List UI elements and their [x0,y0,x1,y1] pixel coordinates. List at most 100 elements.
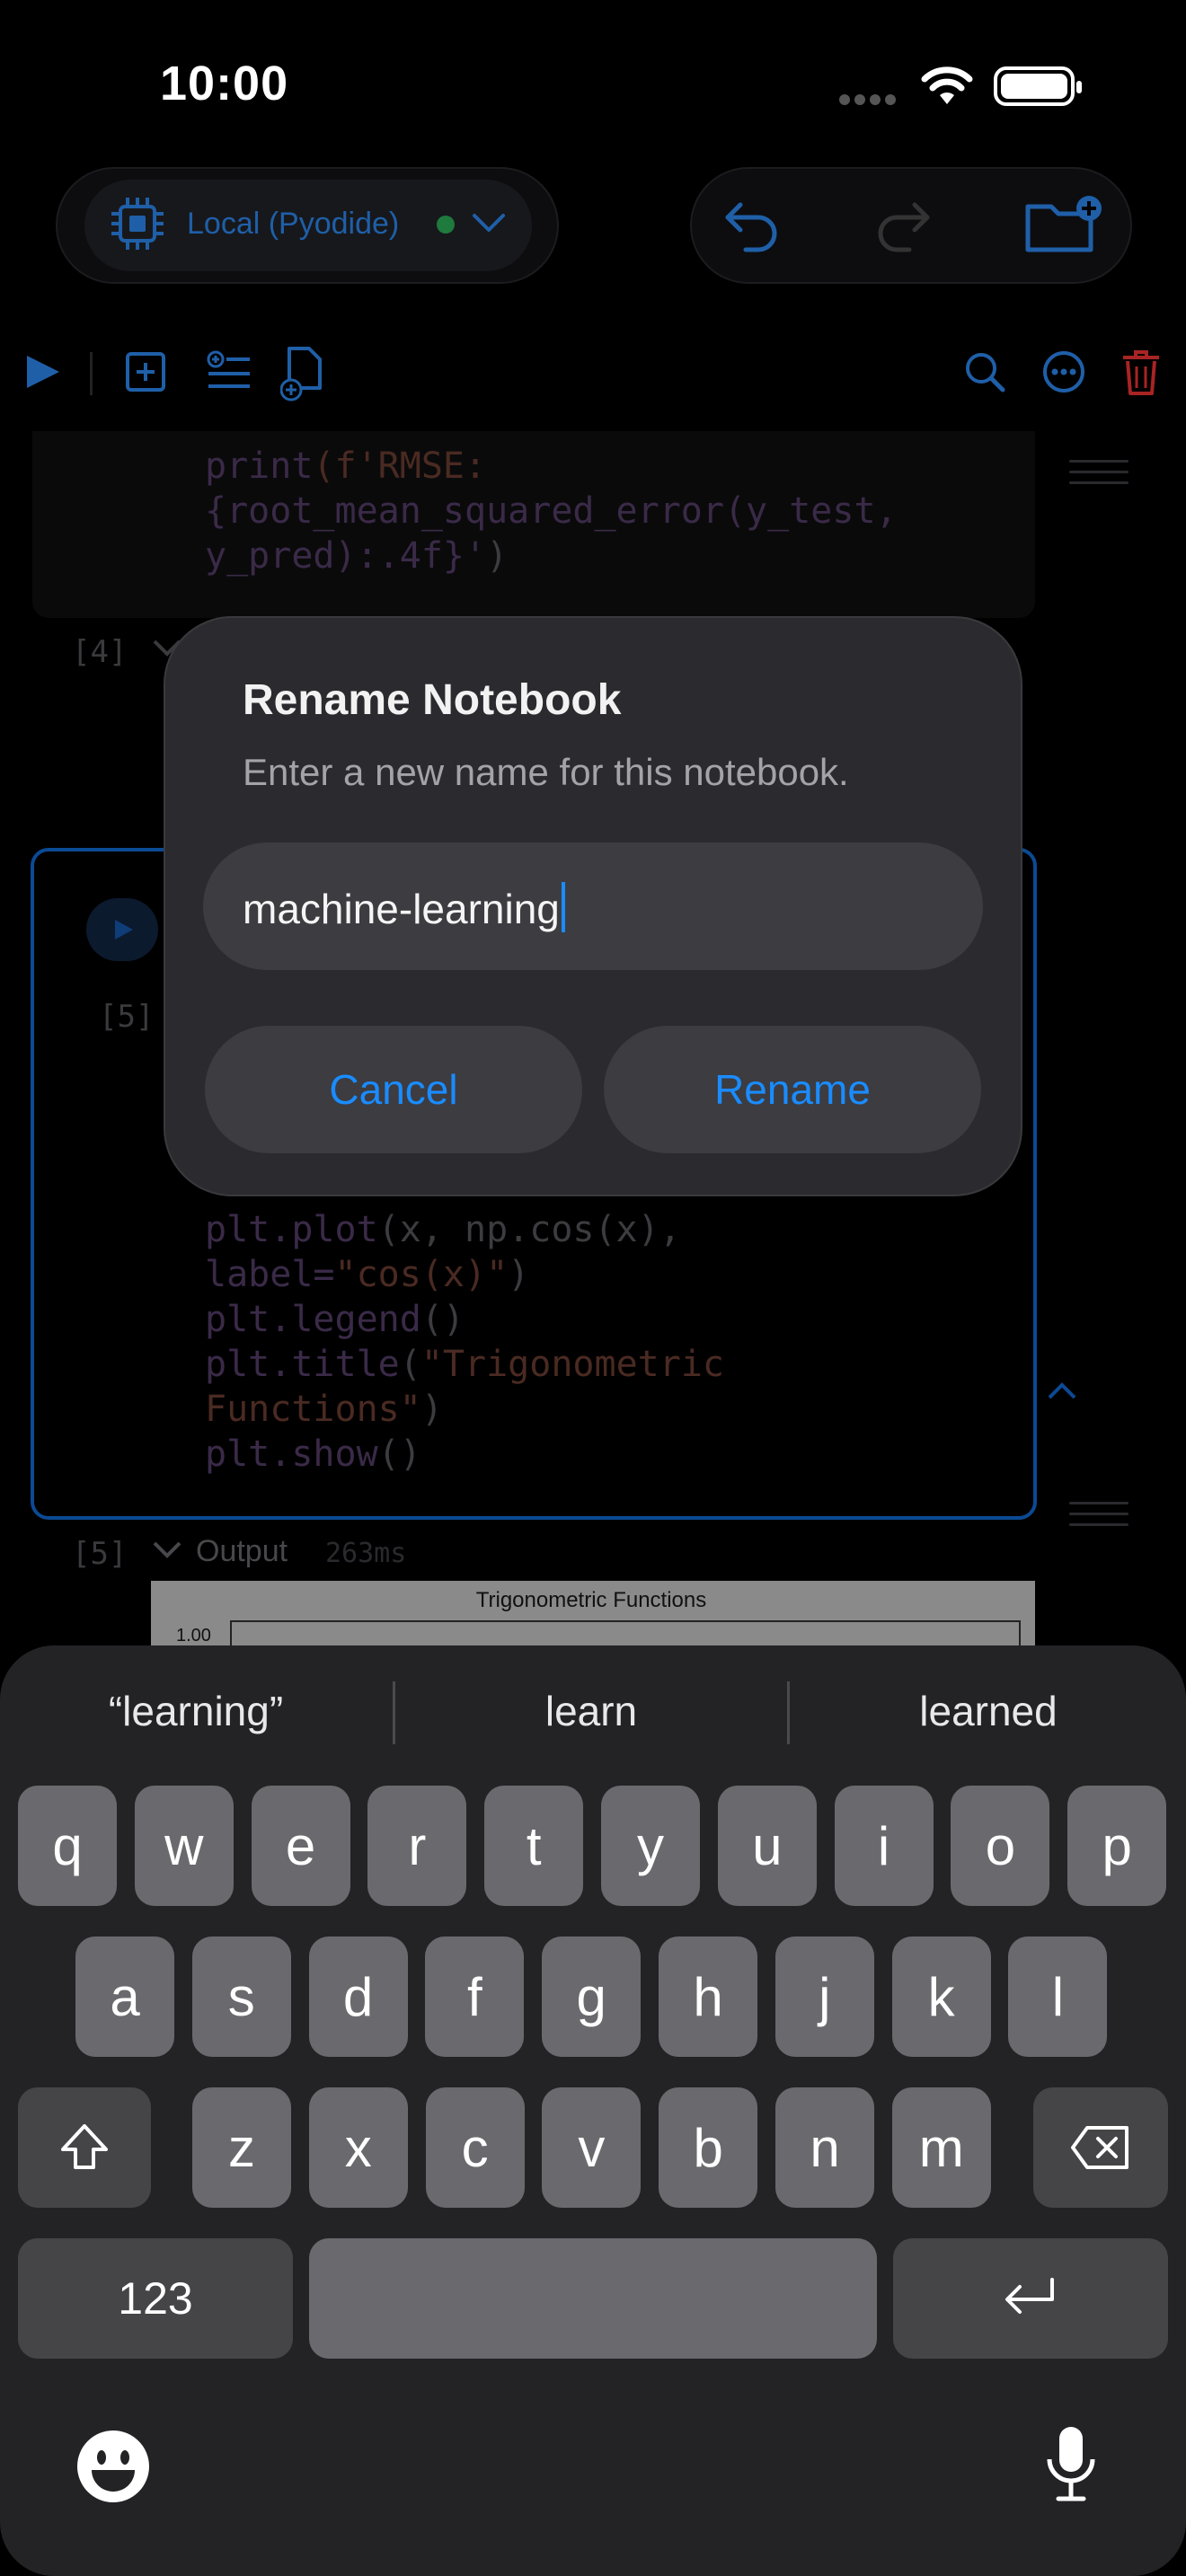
key-k[interactable]: k [891,1936,991,2057]
key-x[interactable]: x [308,2087,408,2208]
redo-icon[interactable] [872,194,934,261]
numbers-key[interactable]: 123 [18,2238,293,2359]
suggestion-item[interactable]: learned [800,1687,1177,1735]
add-cell-icon[interactable] [124,345,169,403]
more-options-icon[interactable] [1040,345,1089,403]
code-line: y_pred):.4f}') [205,534,898,578]
code-line: Functions") [205,1387,724,1432]
suggestion-item[interactable]: “learning” [7,1687,385,1735]
execution-count: [4] [72,634,128,670]
code-token: ) [508,1254,530,1295]
suggestion-item[interactable]: learn [403,1687,780,1735]
code-token: plt.legend [205,1299,421,1340]
code-line: plt.legend() [205,1297,724,1342]
toolbar-divider [90,352,93,395]
code-line: print(f'RMSE: [205,444,898,489]
key-u[interactable]: u [717,1786,817,1906]
key-q[interactable]: q [18,1786,117,1906]
key-v[interactable]: v [542,2087,642,2208]
drag-handle-icon[interactable] [1069,460,1128,487]
key-d[interactable]: d [308,1936,408,2057]
key-j[interactable]: j [774,1936,874,2057]
code-token: ) [486,535,509,577]
kernel-status-dot [437,216,455,234]
key-o[interactable]: o [951,1786,1050,1906]
code-token: label= [205,1254,335,1295]
key-a[interactable]: a [75,1936,174,2057]
cpu-chip-icon [110,196,165,251]
code-line: plt.show() [205,1432,724,1477]
key-i[interactable]: i [834,1786,934,1906]
key-b[interactable]: b [659,2087,758,2208]
new-folder-icon[interactable] [1024,194,1105,261]
key-g[interactable]: g [542,1936,642,2057]
code-cell-source: print(f'RMSE: {root_mean_squared_error(y_… [205,444,898,578]
output-time: 263ms [325,1538,407,1569]
code-cell-source: plt.plot(x, np.cos(x), label="cos(x)") plt… [205,1207,724,1477]
run-cell-button[interactable] [86,898,158,961]
delete-trash-icon[interactable] [1121,345,1161,403]
key-l[interactable]: l [1008,1936,1108,2057]
notebook-name-input-value: machine-learning [243,882,565,933]
key-s[interactable]: s [191,1936,291,2057]
execution-count: [5] [99,999,155,1035]
rename-button[interactable]: Rename [604,1026,981,1153]
search-icon[interactable] [961,345,1006,403]
code-token: print [205,446,314,487]
cellular-signal-icon [839,93,902,105]
suggestion-divider [393,1681,395,1744]
key-m[interactable]: m [891,2087,991,2208]
key-z[interactable]: z [192,2087,291,2208]
new-file-icon[interactable] [279,345,325,407]
code-token: (f'RMSE: [313,446,487,487]
dialog-title: Rename Notebook [243,676,622,724]
key-t[interactable]: t [484,1786,584,1906]
key-w[interactable]: w [134,1786,234,1906]
code-line: {root_mean_squared_error(y_test, [205,489,898,534]
return-key[interactable] [893,2238,1168,2359]
key-p[interactable]: p [1067,1786,1167,1906]
emoji-icon[interactable] [75,2429,151,2509]
dialog-subtitle: Enter a new name for this notebook. [243,751,849,793]
shift-key[interactable] [18,2087,151,2208]
key-r[interactable]: r [367,1786,467,1906]
key-f[interactable]: f [425,1936,525,2057]
code-token: () [377,1434,421,1475]
code-line: plt.title("Trigonometric [205,1342,724,1387]
code-token: {root_mean_squared_error(y_test, [205,490,898,532]
plot-tick-label: 1.00 [176,1626,211,1645]
undo-icon[interactable] [721,194,783,261]
microphone-icon[interactable] [1044,2423,1098,2509]
key-n[interactable]: n [775,2087,874,2208]
key-y[interactable]: y [601,1786,700,1906]
chevron-down-icon [471,210,507,242]
output-label: Output [196,1534,288,1568]
text-caret [561,882,565,932]
code-line: plt.plot(x, np.cos(x), [205,1207,724,1252]
status-time: 10:00 [160,57,289,110]
code-token: "cos(x)" [334,1254,509,1295]
wifi-icon [920,65,974,112]
key-c[interactable]: c [425,2087,525,2208]
code-token: plt.show [205,1434,378,1475]
cancel-button[interactable]: Cancel [205,1026,582,1153]
code-token: Functions" [205,1389,421,1430]
drag-handle-icon[interactable] [1069,1502,1128,1529]
code-token: plt.title [205,1344,400,1385]
add-markdown-icon[interactable] [205,345,255,403]
execution-count: [5] [72,1536,128,1572]
run-cell-icon[interactable] [23,345,63,403]
kernel-label: Local (Pyodide) [187,207,400,241]
chevron-down-icon[interactable] [151,1538,183,1567]
backspace-key[interactable] [1033,2087,1168,2208]
chevron-up-icon[interactable] [1046,1378,1078,1407]
space-key[interactable] [309,2238,877,2359]
battery-icon [994,66,1082,106]
code-token: ) [420,1389,443,1430]
key-h[interactable]: h [659,1936,757,2057]
key-e[interactable]: e [251,1786,350,1906]
code-token: "Trigonometric [420,1344,724,1385]
plot-title: Trigonometric Functions [475,1588,707,1612]
code-token: () [420,1299,465,1340]
code-token: ( [399,1344,421,1385]
